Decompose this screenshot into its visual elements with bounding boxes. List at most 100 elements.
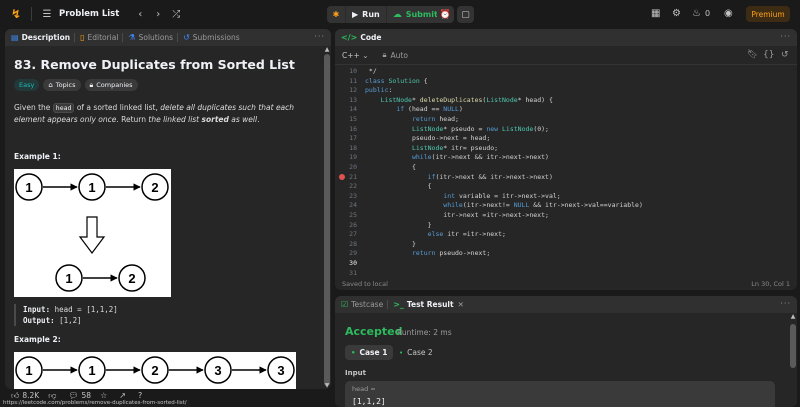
code-text: }	[365, 239, 416, 248]
shuffle-icon[interactable]: ⤮	[169, 9, 183, 20]
code-line[interactable]: 16 ListNode* pseudo = new ListNode(0);	[335, 124, 797, 134]
notes-icon[interactable]: ▢	[457, 6, 474, 23]
next-problem-chevron-icon[interactable]: ›	[151, 9, 165, 20]
premium-button[interactable]: Premium	[746, 6, 790, 22]
tab-testcase[interactable]: ☑ Testcase	[341, 300, 383, 309]
code-text: while(itr->next && itr->next->next)	[411, 153, 549, 162]
statement-text: . Return	[116, 115, 149, 124]
tab-editorial[interactable]: ▯ Editorial	[80, 33, 118, 42]
layout-grid-icon[interactable]: ▦	[651, 8, 660, 19]
test-result-scrollbar[interactable]: ▲	[789, 313, 797, 407]
debug-bug-icon[interactable]: ✱	[327, 6, 345, 23]
streak-count: 0	[705, 9, 711, 18]
settings-gear-icon[interactable]: ⚙	[672, 8, 681, 19]
code-line[interactable]: 24 while(itr->next!= NULL && itr->next->…	[335, 200, 797, 210]
scroll-down-arrow-icon[interactable]: ▼	[323, 382, 331, 389]
streak-fire-icon[interactable]: ♨	[692, 8, 701, 19]
thumbs-up-icon: 👍︎	[11, 390, 20, 400]
reset-icon[interactable]: ↺	[781, 50, 789, 60]
more-options-icon[interactable]: ···	[780, 32, 791, 41]
scrollbar-thumb[interactable]	[324, 54, 330, 386]
code-editor[interactable]: 10 */11 class Solution {12 public: 13 ListN…	[335, 66, 797, 277]
scrollbar-thumb[interactable]	[790, 324, 796, 368]
code-text: itr->next =itr->next->next;	[365, 211, 549, 219]
code-line[interactable]: 28 }	[335, 239, 797, 249]
tab-description[interactable]: ▤ Description	[11, 33, 70, 42]
topics-badge[interactable]: ⌂ Topics	[43, 79, 81, 91]
case-1-tab[interactable]: • Case 1	[345, 345, 394, 360]
statement-code: head	[52, 103, 75, 113]
code-text: {	[365, 182, 432, 191]
code-line[interactable]: 25 itr->next =itr->next->next;	[335, 210, 797, 220]
terminal-icon: >_	[393, 300, 404, 309]
tab-submissions[interactable]: ↺ Submissions	[183, 33, 240, 42]
code-line[interactable]: 27 else itr =itr->next;	[335, 229, 797, 239]
tab-description-label: Description	[21, 33, 71, 42]
code-line[interactable]: 26 }	[335, 220, 797, 230]
statement-italic: the linked list	[148, 115, 202, 124]
code-line[interactable]: 20 {	[335, 162, 797, 172]
run-button[interactable]: ▶ Run	[346, 6, 386, 23]
code-line[interactable]: 19 while(itr->next && itr->next->next)	[335, 152, 797, 162]
like-button[interactable]: 👍︎ 8.2K	[11, 391, 39, 401]
param-value: [1,1,2]	[352, 397, 386, 406]
code-line[interactable]: 17 pseudo->next = head;	[335, 133, 797, 143]
code-line[interactable]: 13 ListNode* deleteDuplicates(ListNode* …	[335, 95, 797, 105]
scroll-up-arrow-icon[interactable]: ▲	[323, 46, 331, 53]
problem-badges: Easy ⌂ Topics 🔒︎ Companies	[14, 79, 314, 91]
scroll-up-arrow-icon[interactable]: ▲	[789, 313, 797, 320]
tab-solutions[interactable]: ⚗ Solutions	[128, 33, 173, 42]
input-value-box: head = [1,1,2]	[345, 381, 775, 407]
tab-code[interactable]: </> Code	[341, 33, 381, 42]
help-button[interactable]: ?	[138, 391, 145, 400]
dislike-button[interactable]: 👎︎	[48, 391, 59, 401]
description-tabs: ▤ Description ▯ Editorial ⚗ Solutions ↺ …	[5, 29, 331, 46]
code-line[interactable]: 23 int variable = itr->next->val;	[335, 191, 797, 201]
favorite-button[interactable]: ☆	[100, 391, 110, 400]
code-line[interactable]: 22 {	[335, 181, 797, 191]
problem-list-link[interactable]: Problem List	[59, 9, 119, 19]
code-text: if(itr->next && itr->next->next)	[427, 172, 553, 181]
code-line[interactable]: 11 class Solution {	[335, 76, 797, 86]
problem-list-icon[interactable]: ☰	[40, 9, 54, 20]
code-text: ListNode* itr= pseudo;	[411, 143, 499, 152]
tab-test-result[interactable]: >_ Test Result ✕	[393, 300, 464, 309]
pass-dot-icon: •	[351, 348, 356, 357]
play-icon: ▶	[352, 10, 359, 19]
code-text: pseudo->next = head;	[365, 134, 491, 143]
companies-badge[interactable]: 🔒︎ Companies	[84, 79, 138, 91]
code-line[interactable]: 15 return head;	[335, 114, 797, 124]
auto-mode-label[interactable]: Auto	[391, 51, 408, 60]
code-line[interactable]: 12 public:	[335, 85, 797, 95]
timer-alarm-icon[interactable]: ⏰	[437, 6, 454, 23]
comments-button[interactable]: 💬︎ 58	[68, 391, 91, 400]
line-number: 17	[349, 134, 357, 143]
case-2-label: Case 2	[407, 348, 433, 357]
code-brackets-icon: </>	[341, 33, 358, 42]
code-text: ListNode* deleteDuplicates(ListNode* hea…	[380, 95, 553, 104]
more-options-icon[interactable]: ···	[314, 32, 325, 41]
user-avatar-icon[interactable]: ◉	[724, 8, 733, 19]
tab-code-label: Code	[360, 33, 382, 42]
code-line[interactable]: 30	[335, 258, 797, 268]
leetcode-logo-icon[interactable]: ↯	[9, 7, 23, 21]
code-line[interactable]: 18 ListNode* itr= pseudo;	[335, 143, 797, 153]
language-select[interactable]: C++ ⌄	[342, 51, 369, 60]
statement-italic: as well	[228, 115, 258, 124]
submit-button[interactable]: ☁ Submit	[386, 6, 444, 23]
more-options-icon[interactable]: ···	[780, 299, 791, 308]
code-line[interactable]: 10 */	[335, 66, 797, 76]
share-button[interactable]: ↗	[119, 391, 129, 400]
code-line[interactable]: 21 if(itr->next && itr->next->next)	[335, 172, 797, 182]
code-line[interactable]: 14 if (head == NULL)	[335, 104, 797, 114]
difficulty-badge[interactable]: Easy	[14, 79, 40, 91]
submit-button-label: Submit	[405, 10, 438, 19]
lock-icon: 🔒︎	[89, 80, 94, 89]
bookmark-icon[interactable]: 🔖︎	[747, 50, 758, 60]
format-braces-icon[interactable]: {}	[763, 50, 774, 60]
close-icon[interactable]: ✕	[458, 300, 464, 309]
case-2-tab[interactable]: • Case 2	[393, 345, 439, 360]
description-scrollbar[interactable]: ▲ ▼	[323, 46, 331, 389]
prev-problem-chevron-icon[interactable]: ‹	[133, 9, 147, 20]
code-line[interactable]: 29 return pseudo->next;	[335, 248, 797, 258]
